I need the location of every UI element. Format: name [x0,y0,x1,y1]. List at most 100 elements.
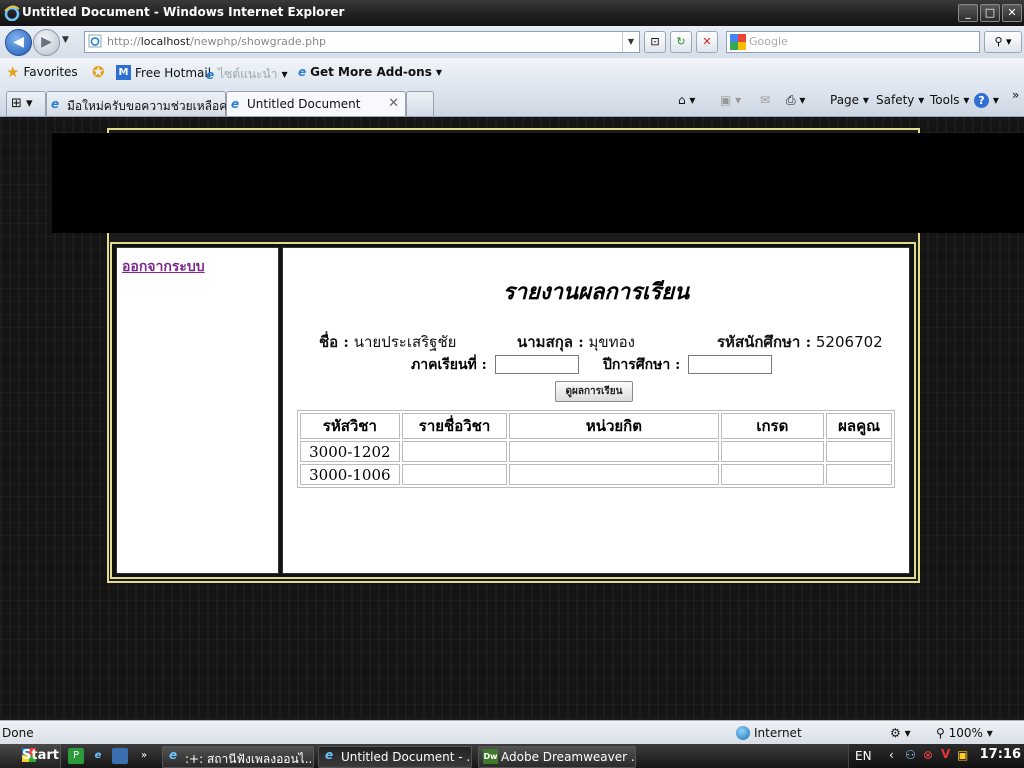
grade-cell [720,464,825,485]
compatibility-view-icon[interactable]: ⊡ [644,31,666,53]
window-title: Untitled Document - Windows Internet Exp… [22,5,345,19]
semester-input[interactable] [495,355,579,374]
new-tab-button[interactable] [406,91,434,116]
read-mail-button[interactable]: ✉ [760,93,770,107]
add-favorite-button[interactable]: ✪ [92,65,105,80]
suggested-sites-link[interactable]: e ไซต์แนะนำ ▼ [206,65,288,84]
search-input[interactable]: Google [749,35,788,48]
grade-cell [720,441,825,462]
grade-points-cell [826,464,892,485]
header-grade-points: ผลคูณ [826,413,892,439]
zoom-magnifier-icon: ⚲ [936,726,945,740]
sidebar-menu: ออกจากระบบ [116,247,279,574]
tray-app-icon[interactable]: ▣ [957,748,968,762]
quick-tabs-button[interactable]: ⊞ ▾ [6,91,46,116]
address-toolbar: ◀ ▶ ▼ http://localhost/newphp/showgrade.… [0,26,1024,59]
msn-icon: M [116,65,131,80]
tray-antivirus-icon[interactable]: V [941,747,950,761]
close-button[interactable]: ✕ [1002,4,1022,22]
home-button[interactable]: ⌂ ▾ [678,93,695,107]
course-code-cell: 3000-1006 [300,464,400,485]
windows-taskbar: Start P e » e :+: สถานีฟังเพลงออนไ... e … [0,744,1024,768]
more-commands-icon[interactable]: » [1012,88,1019,102]
quicklaunch-ie-icon[interactable]: e [90,748,106,764]
ie-favicon-icon: e [169,748,178,762]
address-url[interactable]: http://localhost/newphp/showgrade.php [107,35,326,48]
start-button[interactable]: Start [0,744,61,768]
help-icon: ? [974,93,989,108]
logout-link[interactable]: ออกจากระบบ [122,256,205,278]
chevron-down-icon: ▼ [281,70,288,79]
page-header-banner [52,133,1024,233]
chevron-down-icon: ▼ [435,67,442,77]
academic-year-label: ปีการศึกษา : [603,357,681,373]
security-zone[interactable]: Internet [736,726,802,740]
credits-cell [509,464,719,485]
tab-thai-forum[interactable]: e มือใหม่ครับขอความช่วยเหลือค... [46,91,239,116]
internet-explorer-icon [4,5,20,21]
quicklaunch-more-icon[interactable]: » [136,748,152,764]
language-indicator[interactable]: EN [855,749,872,763]
taskbar-item-untitled-document[interactable]: e Untitled Document - ... [318,746,472,768]
back-button[interactable]: ◀ [5,29,32,56]
student-name: ชื่อ : นายประเสริฐชัย [319,333,457,351]
tray-network-icon[interactable]: ⚇ [905,748,916,762]
forward-arrow-icon: ▶ [41,34,52,50]
ie-favicon-icon: e [231,97,240,111]
globe-icon [736,726,750,740]
home-icon: ⌂ ▾ [678,93,696,107]
stop-icon[interactable]: ✕ [696,31,718,53]
grade-points-cell [826,441,892,462]
tab-untitled-document[interactable]: e Untitled Document ✕ [226,91,406,116]
history-dropdown-icon[interactable]: ▼ [62,35,69,45]
rss-feed-icon: ▣ ▾ [720,93,742,107]
feeds-button[interactable]: ▣ ▾ [720,93,741,107]
show-grades-button[interactable]: ดูผลการเรียน [555,381,633,402]
search-button[interactable]: ⚲ ▾ [984,31,1022,53]
tray-security-icon[interactable]: ⊗ [923,748,933,762]
credits-cell [509,441,719,462]
address-dropdown-icon[interactable]: ▼ [622,32,639,52]
student-id: รหัสนักศึกษา : 5206702 [717,333,883,351]
academic-year-input[interactable] [688,355,772,374]
ie-favicon-icon: e [51,97,60,111]
close-tab-icon[interactable]: ✕ [388,96,399,111]
quicklaunch-app-icon[interactable]: P [68,748,84,764]
restore-button[interactable]: □ [980,4,1000,22]
taskbar-clock[interactable]: 17:16 [980,747,1021,762]
taskbar-item-dreamweaver[interactable]: Dw Adobe Dreamweaver ... [478,746,636,768]
search-box[interactable]: Google [726,31,980,53]
forward-button[interactable]: ▶ [33,29,60,56]
get-addons-link[interactable]: e Get More Add-ons ▼ [298,65,442,79]
minimize-button[interactable]: _ [958,4,978,22]
tray-chevron-icon[interactable]: ‹ [889,748,894,762]
dreamweaver-icon: Dw [483,749,498,764]
back-arrow-icon: ◀ [13,34,24,50]
mail-icon: ✉ [760,93,771,107]
course-name-cell [401,464,508,485]
ie-favicon-icon: e [206,67,215,82]
quicklaunch-desktop-icon[interactable] [112,748,128,764]
zoom-control[interactable]: ⚲ 100% ▾ [936,726,993,740]
safety-menu[interactable]: Safety ▾ [876,93,924,107]
magnifier-icon: ⚲ ▾ [994,35,1012,48]
print-button[interactable]: ⎙ ▾ [786,93,805,108]
protected-mode-icon[interactable]: ⚙ ▾ [890,726,911,740]
taskbar-item-radio[interactable]: e :+: สถานีฟังเพลงออนไ... [162,746,314,768]
address-bar[interactable]: http://localhost/newphp/showgrade.php ▼ [84,31,640,53]
table-row: 3000-1202 [300,441,892,462]
favorites-bar: ★ Favorites ✪ M Free Hotmail e ไซต์แนะนำ… [0,58,1024,88]
header-grade: เกรด [720,413,825,439]
help-menu[interactable]: ? ▾ [974,93,999,108]
page-menu[interactable]: Page ▾ [830,93,869,107]
tools-menu[interactable]: Tools ▾ [930,93,969,107]
refresh-icon[interactable]: ↻ [670,31,692,53]
free-hotmail-link[interactable]: M Free Hotmail [116,65,211,80]
addons-page-icon: e [298,65,307,79]
semester-label: ภาคเรียนที่ : [411,357,487,373]
table-row: 3000-1006 [300,464,892,485]
favorites-button[interactable]: ★ Favorites [6,65,78,80]
course-name-cell [401,441,508,462]
grades-table: รหัสวิชา รายชื่อวิชา หน่วยกิต เกรด ผลคูณ… [297,410,895,488]
header-credits: หน่วยกิต [509,413,719,439]
